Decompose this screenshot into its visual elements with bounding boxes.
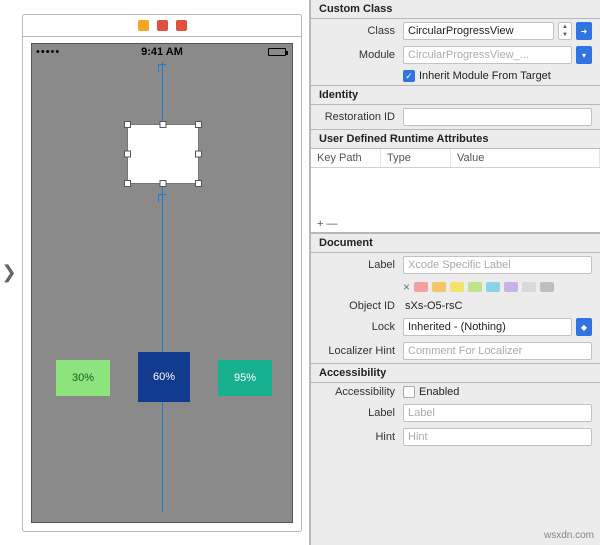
swatch[interactable] <box>468 282 482 292</box>
objectid-value: sXs-O5-rsC <box>403 300 592 312</box>
acc-enabled-checkbox[interactable] <box>403 386 415 398</box>
swatch-clear-icon[interactable]: × <box>403 280 410 294</box>
inherit-label: Inherit Module From Target <box>419 70 551 82</box>
acc-hint-label: Hint <box>319 431 403 443</box>
udra-add-remove[interactable]: + — <box>311 216 600 233</box>
status-bar: ••••• 9:41 AM <box>32 44 292 60</box>
doc-label-field[interactable]: Xcode Specific Label <box>403 256 592 274</box>
status-time: 9:41 AM <box>141 46 183 58</box>
swatch[interactable] <box>450 282 464 292</box>
swatch[interactable] <box>486 282 500 292</box>
toolbar-hex-icon[interactable] <box>138 20 149 31</box>
section-custom-class: Custom Class <box>311 0 600 19</box>
module-field[interactable]: CircularProgressView_... <box>403 46 572 64</box>
section-udra: User Defined Runtime Attributes <box>311 129 600 149</box>
toolbar-dismiss-icon[interactable] <box>157 20 168 31</box>
label-color-swatches: × <box>403 280 554 294</box>
resize-handle[interactable] <box>160 121 167 128</box>
localizer-hint-label: Localizer Hint <box>319 345 403 357</box>
inherit-checkbox[interactable]: ✓ <box>403 70 415 82</box>
acc-label-label: Label <box>319 407 403 419</box>
resize-handle[interactable] <box>195 150 202 157</box>
lock-label: Lock <box>319 321 403 333</box>
button-95[interactable]: 95% <box>218 360 272 396</box>
acc-label: Accessibility <box>319 386 403 398</box>
disclosure-arrow[interactable]: ❯ <box>0 262 18 283</box>
resize-handle[interactable] <box>160 180 167 187</box>
scene-toolbar <box>23 15 301 37</box>
module-label: Module <box>319 49 403 61</box>
button-60[interactable]: 60% <box>138 352 190 402</box>
class-field[interactable]: CircularProgressView <box>403 22 554 40</box>
identity-inspector: Custom Class Class CircularProgressView … <box>310 0 600 545</box>
doc-label-label: Label <box>319 259 403 271</box>
swatch[interactable] <box>432 282 446 292</box>
resize-handle[interactable] <box>195 180 202 187</box>
col-type[interactable]: Type <box>381 149 451 167</box>
col-value[interactable]: Value <box>451 149 600 167</box>
section-identity: Identity <box>311 85 600 105</box>
restoration-label: Restoration ID <box>319 111 403 123</box>
udra-table-body[interactable] <box>311 168 600 216</box>
objectid-label: Object ID <box>319 300 403 312</box>
resize-handle[interactable] <box>124 150 131 157</box>
swatch[interactable] <box>504 282 518 292</box>
swatch[interactable] <box>414 282 428 292</box>
toolbar-embed-icon[interactable] <box>176 20 187 31</box>
lock-select[interactable]: Inherited - (Nothing) <box>403 318 572 336</box>
battery-icon <box>268 48 286 56</box>
signal-icon: ••••• <box>36 46 60 58</box>
lock-pulldown-icon[interactable]: ◆ <box>576 318 592 336</box>
swatch[interactable] <box>540 282 554 292</box>
watermark: wsxdn.com <box>544 530 594 541</box>
section-document: Document <box>311 233 600 253</box>
localizer-hint-field[interactable]: Comment For Localizer <box>403 342 592 360</box>
button-30[interactable]: 30% <box>56 360 110 396</box>
restoration-field[interactable] <box>403 108 592 126</box>
acc-label-field[interactable]: Label <box>403 404 592 422</box>
device-canvas[interactable]: ••••• 9:41 AM 30% 60% 95% <box>31 43 293 523</box>
acc-enabled-label: Enabled <box>419 386 459 398</box>
module-pulldown-icon[interactable]: ▾ <box>576 46 592 64</box>
selected-view[interactable] <box>127 124 199 184</box>
guide-tick-top <box>158 64 166 72</box>
col-keypath[interactable]: Key Path <box>311 149 381 167</box>
guide-tick-mid <box>158 194 166 202</box>
acc-hint-field[interactable]: Hint <box>403 428 592 446</box>
class-jump-icon[interactable]: ➜ <box>576 22 592 40</box>
resize-handle[interactable] <box>124 121 131 128</box>
class-stepper[interactable]: ▲▼ <box>558 22 572 40</box>
section-accessibility: Accessibility <box>311 363 600 383</box>
resize-handle[interactable] <box>124 180 131 187</box>
swatch[interactable] <box>522 282 536 292</box>
class-label: Class <box>319 25 403 37</box>
udra-table-header: Key Path Type Value <box>311 149 600 168</box>
ib-scene-frame: ••••• 9:41 AM 30% 60% 95% <box>22 14 302 532</box>
resize-handle[interactable] <box>195 121 202 128</box>
